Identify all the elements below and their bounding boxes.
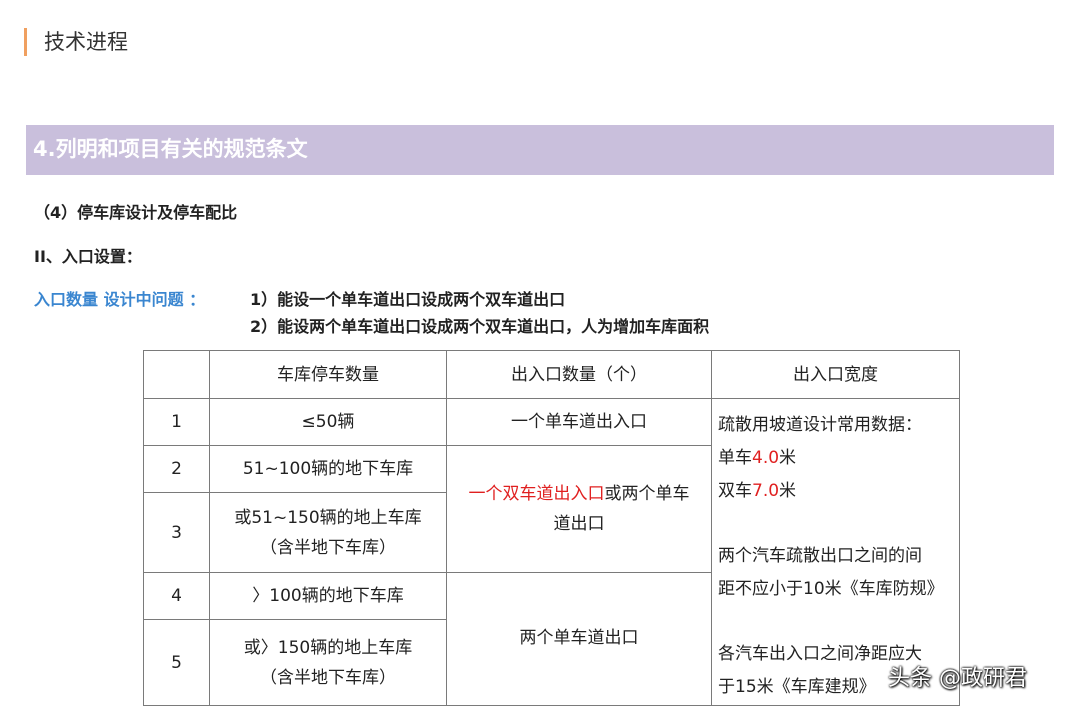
table-row: 1 ≤50辆 一个单车道出入口 疏散用坡道设计常用数据： 单车4.0米 双车7.… — [143, 398, 960, 706]
row-number: 5 — [143, 619, 210, 706]
issue-item-1: 1）能设一个单车道出口设成两个双车道出口 — [250, 290, 566, 309]
width-intro: 疏散用坡道设计常用数据： — [718, 415, 922, 435]
header-cell-no — [143, 350, 210, 399]
row-count: 〉100辆的地下车库 — [209, 572, 447, 620]
row-number: 2 — [143, 445, 210, 493]
watermark: 头条 @政研君 — [888, 666, 1027, 691]
width-double: 双车7.0米 — [718, 481, 797, 501]
heading: II、入口设置： — [34, 247, 142, 266]
header-cell-exits: 出入口数量（个） — [446, 350, 712, 399]
row-exits: 一个单车道出入口 — [446, 398, 712, 446]
row-count: 或51~150辆的地上车库 （含半地下车库） — [209, 492, 447, 573]
single-width-value: 4.0 — [752, 448, 780, 468]
title-accent-bar — [24, 28, 27, 56]
subtitle: （4）停车库设计及停车配比 — [34, 203, 238, 222]
double-lane-text: 一个双车道出入口 — [468, 484, 605, 504]
row-count: 或〉150辆的地上车库 （含半地下车库） — [209, 619, 447, 706]
row-number: 4 — [143, 572, 210, 620]
issue-label: 入口数量 设计中问题 ： — [34, 290, 206, 309]
width-single: 单车4.0米 — [718, 448, 797, 468]
table-header-row: 车库停车数量 出入口数量（个） 出入口宽度 — [143, 350, 960, 399]
issue-item-2: 2）能设两个单车道出口设成两个双车道出口，人为增加车库面积 — [250, 317, 710, 336]
header-cell-width: 出入口宽度 — [711, 350, 960, 399]
width-rule-1b: 距不应小于10米《车库防规》 — [718, 579, 944, 599]
row-count: ≤50辆 — [209, 398, 447, 446]
row-exits: 一个双车道出入口或两个单车 道出口 — [446, 445, 712, 573]
page-title: 技术进程 — [44, 30, 128, 54]
header-cell-count: 车库停车数量 — [209, 350, 447, 399]
row-count: 51~100辆的地下车库 — [209, 445, 447, 493]
row-exits: 两个单车道出口 — [446, 572, 712, 706]
width-cell: 疏散用坡道设计常用数据： 单车4.0米 双车7.0米 两个汽车疏散出口之间的间 … — [711, 398, 960, 706]
row-number: 1 — [143, 398, 210, 446]
double-width-value: 7.0 — [752, 481, 780, 501]
width-rule-1a: 两个汽车疏散出口之间的间 — [718, 546, 922, 566]
section-banner-title: 4.列明和项目有关的规范条文 — [33, 137, 308, 161]
row-number: 3 — [143, 492, 210, 573]
parking-spec-table: 车库停车数量 出入口数量（个） 出入口宽度 1 ≤50辆 一个单车道出入口 疏散… — [143, 350, 960, 706]
